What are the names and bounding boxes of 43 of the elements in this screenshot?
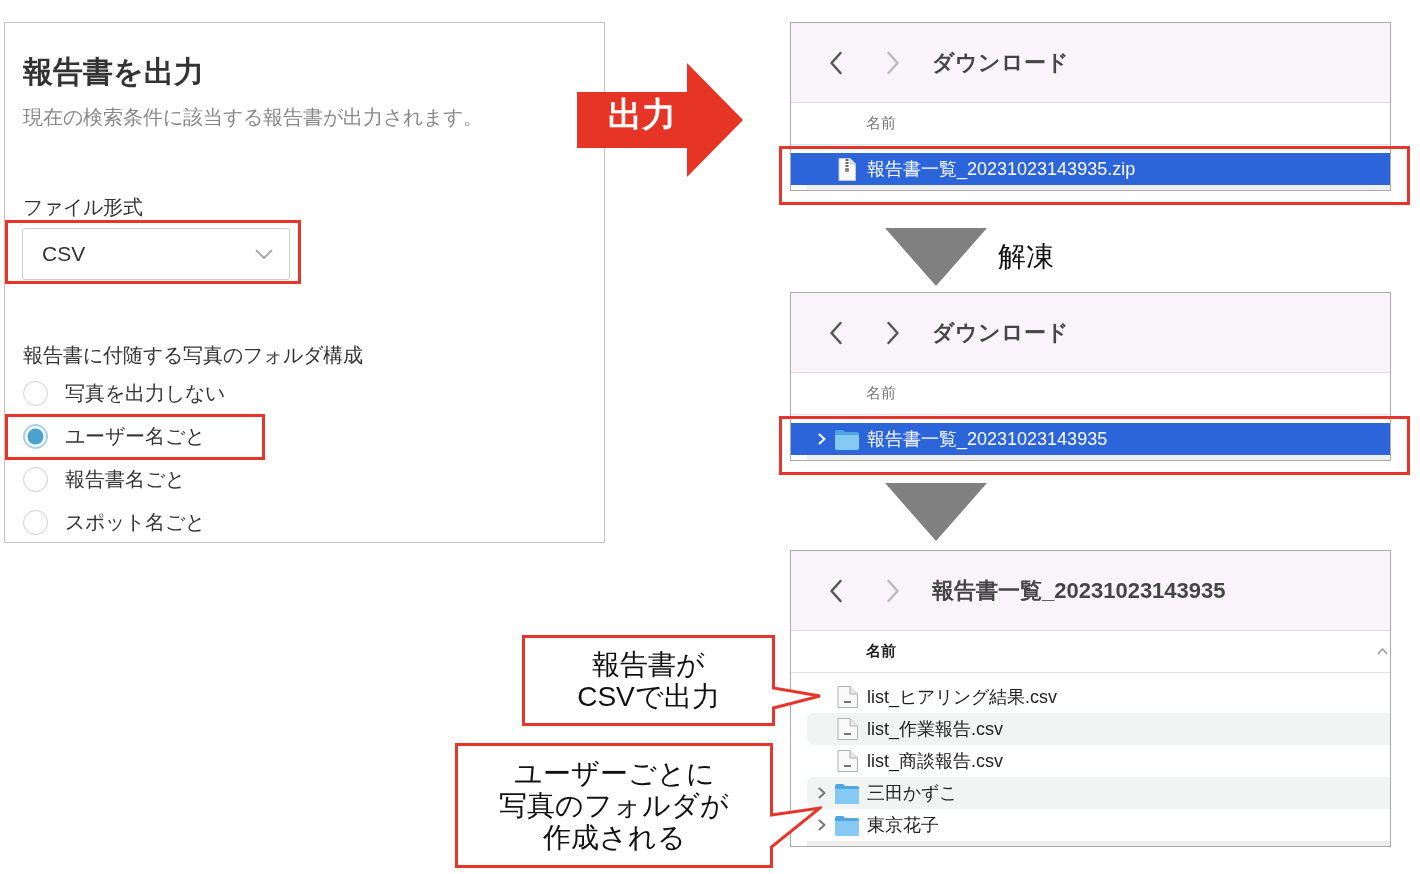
document-icon: [836, 718, 858, 740]
dialog-description: 現在の検索条件に該当する報告書が出力されます。: [23, 105, 483, 130]
column-header[interactable]: 名前: [791, 103, 1390, 145]
radio-button[interactable]: [23, 467, 48, 492]
callout-text: ユーザーごとに 写真のフォルダが 作成される: [499, 757, 729, 854]
file-row[interactable]: list_ヒアリング結果.csv: [807, 681, 1390, 713]
window-title: 報告書一覧_20231023143935: [932, 576, 1226, 605]
file-row[interactable]: 三田かずこ: [807, 777, 1390, 809]
sort-caret-icon: [1377, 648, 1388, 655]
radio-button[interactable]: [23, 381, 48, 406]
folder-icon: [835, 814, 859, 836]
folder-icon: [835, 428, 859, 450]
option-label[interactable]: ユーザー名ごと: [65, 423, 205, 450]
chevron-left-icon[interactable]: [829, 50, 843, 75]
field-label: 報告書に付随する写真のフォルダ構成: [23, 343, 363, 368]
radio-button[interactable]: [23, 510, 48, 535]
document-icon: [836, 750, 858, 772]
chevron-right-icon[interactable]: [818, 787, 826, 799]
chevron-left-icon[interactable]: [829, 578, 843, 603]
chevron-down-icon: [255, 249, 273, 259]
column-header[interactable]: 名前: [791, 631, 1390, 673]
option-label[interactable]: 写真を出力しない: [65, 380, 225, 407]
document-icon: [836, 686, 858, 708]
zip-file-icon: [838, 157, 856, 181]
file-row[interactable]: list_商談報告.csv: [807, 745, 1390, 777]
file-row[interactable]: 東京花子: [807, 809, 1390, 841]
window-title: ダウンロード: [932, 48, 1069, 77]
dialog-title: 報告書を出力: [23, 54, 204, 90]
folder-icon: [835, 782, 859, 804]
format-select[interactable]: CSV: [22, 228, 290, 280]
chevron-left-icon[interactable]: [829, 320, 843, 345]
column-header[interactable]: 名前: [791, 373, 1390, 415]
step-label: 解凍: [998, 239, 1054, 274]
file-row[interactable]: list_作業報告.csv: [807, 713, 1390, 745]
option-label[interactable]: 報告書名ごと: [65, 466, 185, 493]
field-label: ファイル形式: [23, 195, 143, 220]
radio-button[interactable]: [23, 424, 48, 449]
chevron-right-icon[interactable]: [886, 320, 900, 345]
window-title: ダウンロード: [932, 318, 1069, 347]
chevron-right-icon[interactable]: [818, 819, 826, 831]
callout-text: 報告書が CSVで出力: [577, 648, 720, 713]
arrow-label: 出力: [608, 94, 676, 134]
option-label[interactable]: スポット名ごと: [65, 509, 205, 536]
